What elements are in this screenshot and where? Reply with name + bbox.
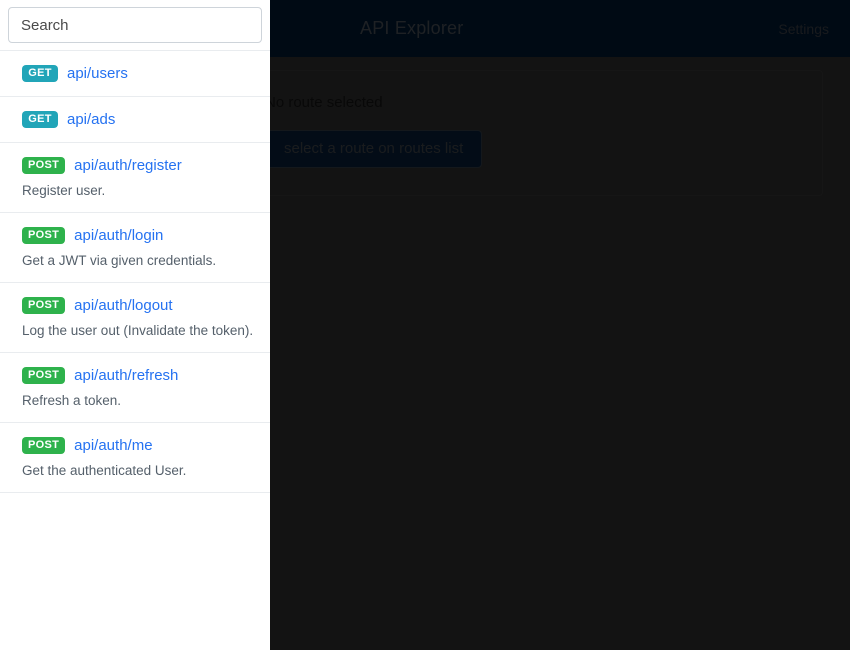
http-method-badge: GET — [22, 65, 58, 82]
http-method-badge: POST — [22, 157, 66, 174]
http-method-badge: GET — [22, 111, 58, 128]
app-title: API Explorer — [360, 18, 464, 38]
http-method-badge: POST — [22, 437, 66, 454]
route-list-item[interactable]: POST api/auth/register Register user. — [0, 143, 270, 213]
route-path-link[interactable]: api/auth/login — [74, 227, 163, 244]
route-list-item[interactable]: GET api/users — [0, 50, 270, 97]
route-item-header: POST api/auth/login — [22, 227, 256, 244]
route-description: Get a JWT via given credentials. — [22, 253, 217, 268]
route-description: Get the authenticated User. — [22, 463, 187, 478]
route-item-header: POST api/auth/logout — [22, 297, 256, 314]
route-path-link[interactable]: api/users — [67, 65, 128, 82]
route-item-header: GET api/ads — [22, 111, 256, 128]
search-container — [0, 0, 270, 43]
route-path-link[interactable]: api/ads — [67, 111, 115, 128]
http-method-badge: POST — [22, 297, 66, 314]
route-list-item[interactable]: POST api/auth/me Get the authenticated Use… — [0, 423, 270, 493]
http-method-badge: POST — [22, 367, 66, 384]
routes-sidebar: GET api/users GET api/ads POST api/auth/regis… — [0, 0, 270, 650]
route-list-item[interactable]: POST api/auth/login Get a JWT via given cr… — [0, 213, 270, 283]
route-list-item[interactable]: POST api/auth/logout Log the user out (Inv… — [0, 283, 270, 353]
search-input[interactable] — [8, 7, 262, 43]
route-description: Register user. — [22, 183, 106, 198]
select-route-button[interactable]: select a route on routes list — [265, 130, 483, 168]
route-item-header: GET api/users — [22, 65, 256, 82]
settings-link[interactable]: Settings — [778, 21, 829, 37]
route-list-item[interactable]: POST api/auth/refresh Refresh a token. — [0, 353, 270, 423]
route-path-link[interactable]: api/auth/register — [74, 157, 182, 174]
route-item-header: POST api/auth/refresh — [22, 367, 256, 384]
route-path-link[interactable]: api/auth/logout — [74, 297, 172, 314]
app-root: API Explorer Settings No route selected … — [0, 0, 850, 650]
no-route-selected-title: No route selected — [265, 94, 383, 111]
route-list-item[interactable]: GET api/ads — [0, 97, 270, 143]
route-detail-card-inner: No route selected select a route on rout… — [265, 94, 483, 168]
route-item-header: POST api/auth/register — [22, 157, 256, 174]
http-method-badge: POST — [22, 227, 66, 244]
routes-list: GET api/users GET api/ads POST api/auth/regis… — [0, 50, 270, 493]
route-path-link[interactable]: api/auth/me — [74, 437, 152, 454]
route-item-header: POST api/auth/me — [22, 437, 256, 454]
route-description: Refresh a token. — [22, 393, 122, 408]
route-description: Log the user out (Invalidate the token). — [22, 323, 254, 338]
route-path-link[interactable]: api/auth/refresh — [74, 367, 178, 384]
